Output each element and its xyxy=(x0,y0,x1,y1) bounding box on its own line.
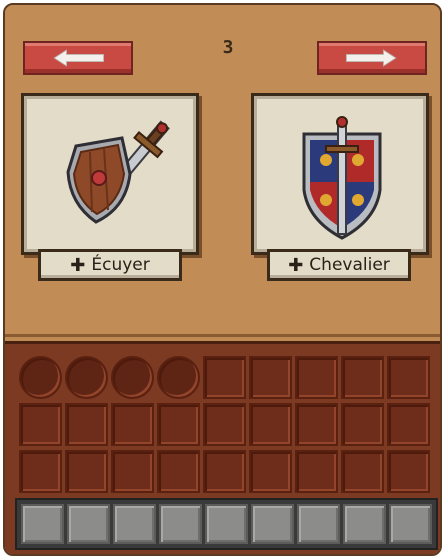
previous-page-button[interactable] xyxy=(23,41,133,75)
inventory-slot[interactable] xyxy=(387,450,430,493)
inventory-grid xyxy=(19,356,430,493)
inventory-slot[interactable] xyxy=(111,403,154,446)
hotbar-slot[interactable] xyxy=(67,504,110,544)
hotbar-slot[interactable] xyxy=(205,504,248,544)
inventory-slot[interactable] xyxy=(157,403,200,446)
hotbar-slot[interactable] xyxy=(343,504,386,544)
hotbar-slot[interactable] xyxy=(159,504,202,544)
card-label-text: Écuyer xyxy=(91,255,150,275)
next-page-button[interactable] xyxy=(317,41,427,75)
inventory-slot[interactable] xyxy=(111,450,154,493)
arrow-right-icon xyxy=(345,49,397,67)
inventory-slot[interactable] xyxy=(341,403,384,446)
heraldic-shield-sword-icon xyxy=(302,116,382,240)
card-label-chevalier[interactable]: ✚ Chevalier xyxy=(267,249,411,281)
inventory-slot[interactable] xyxy=(387,356,430,399)
inventory-slot[interactable] xyxy=(249,403,292,446)
inventory-slot[interactable] xyxy=(19,450,62,493)
inventory-panel xyxy=(5,341,440,554)
hotbar-slot[interactable] xyxy=(251,504,294,544)
inventory-slot[interactable] xyxy=(157,356,200,399)
inventory-slot[interactable] xyxy=(65,450,108,493)
hotbar-slot[interactable] xyxy=(113,504,156,544)
inventory-slot[interactable] xyxy=(65,356,108,399)
inventory-slot[interactable] xyxy=(203,403,246,446)
card-chevalier[interactable] xyxy=(251,93,429,255)
inventory-slot[interactable] xyxy=(157,450,200,493)
plus-icon: ✚ xyxy=(288,254,304,276)
inventory-slot[interactable] xyxy=(249,450,292,493)
selection-panel: 3 ✚ Écuyer ✚ Chevalier xyxy=(5,5,440,337)
inventory-slot[interactable] xyxy=(203,356,246,399)
inventory-slot[interactable] xyxy=(387,403,430,446)
inventory-slot[interactable] xyxy=(65,403,108,446)
inventory-slot[interactable] xyxy=(341,450,384,493)
hotbar-slot[interactable] xyxy=(389,504,432,544)
hotbar-slot[interactable] xyxy=(297,504,340,544)
inventory-slot[interactable] xyxy=(341,356,384,399)
inventory-slot[interactable] xyxy=(203,450,246,493)
inventory-slot[interactable] xyxy=(295,356,338,399)
arrow-left-icon xyxy=(53,49,105,67)
inventory-slot[interactable] xyxy=(19,403,62,446)
hotbar xyxy=(15,498,438,550)
plus-icon: ✚ xyxy=(70,254,86,276)
inventory-slot[interactable] xyxy=(295,450,338,493)
card-label-text: Chevalier xyxy=(309,255,390,275)
inventory-slot[interactable] xyxy=(19,356,62,399)
game-window: 3 ✚ Écuyer ✚ Chevalier xyxy=(3,3,442,556)
hotbar-slot[interactable] xyxy=(21,504,64,544)
inventory-slot[interactable] xyxy=(295,403,338,446)
inventory-slot[interactable] xyxy=(111,356,154,399)
page-number: 3 xyxy=(222,37,234,58)
card-label-ecuyer[interactable]: ✚ Écuyer xyxy=(38,249,182,281)
card-ecuyer[interactable] xyxy=(21,93,199,255)
inventory-slot[interactable] xyxy=(249,356,292,399)
shield-and-sword-icon xyxy=(66,120,170,224)
